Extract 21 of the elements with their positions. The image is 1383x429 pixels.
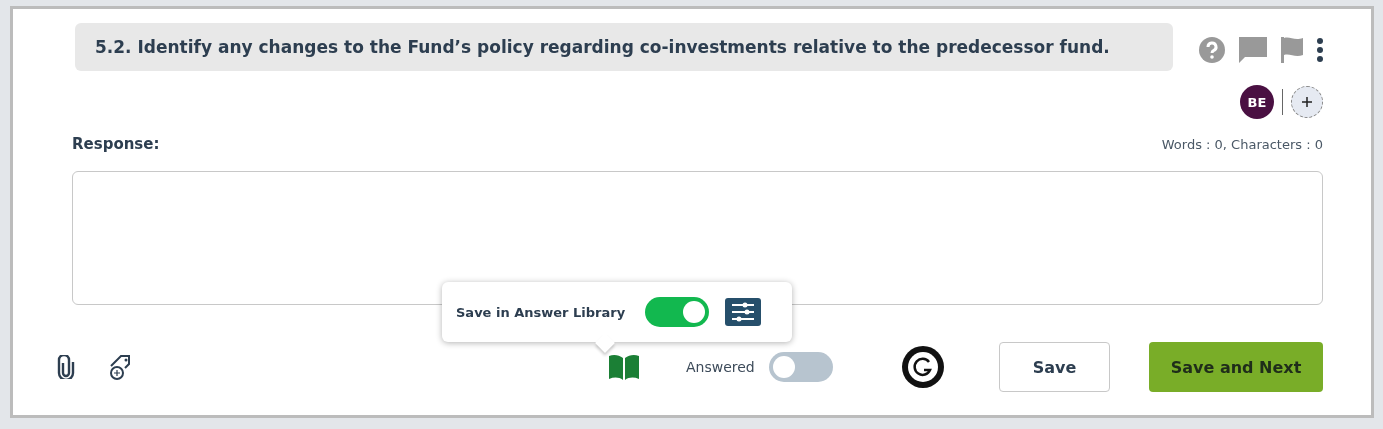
plus-icon [1301, 96, 1313, 108]
sliders-icon[interactable] [725, 298, 762, 326]
book-icon[interactable] [609, 354, 639, 380]
answered-label: Answered [686, 359, 755, 375]
save-button[interactable]: Save [999, 342, 1110, 392]
user-avatar[interactable]: BE [1240, 85, 1274, 119]
word-counter: Words : 0, Characters : 0 [1161, 136, 1323, 152]
grammar-logo-icon[interactable] [901, 346, 944, 388]
save-next-button[interactable]: Save and Next [1149, 342, 1323, 392]
library-toggle[interactable] [645, 297, 710, 327]
comment-icon[interactable] [1239, 37, 1267, 63]
attachment-icon[interactable] [57, 355, 75, 379]
more-icon[interactable] [1317, 38, 1323, 62]
question-text: 5.2. Identify any changes to the Fund’s policy regarding co-investments relative to the predecessor fund. [75, 23, 1173, 71]
flag-icon[interactable] [1281, 37, 1303, 63]
response-label: Response: [72, 135, 160, 153]
response-field[interactable] [72, 171, 1323, 305]
add-user-button[interactable] [1291, 86, 1323, 118]
help-icon[interactable] [1199, 37, 1225, 63]
answered-toggle[interactable] [768, 352, 833, 382]
library-label: Save in Answer Library [456, 304, 626, 320]
